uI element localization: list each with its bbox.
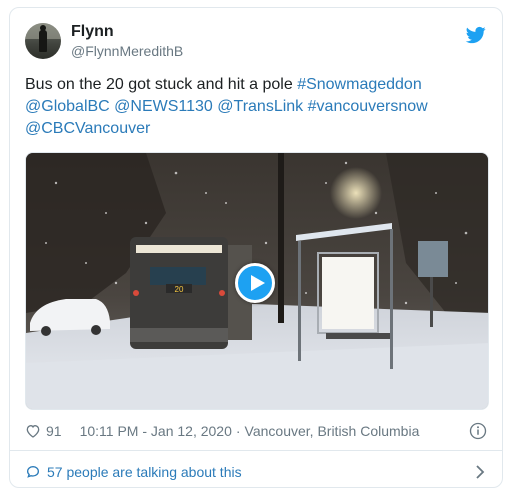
conversation-link[interactable]: 57 people are talking about this	[25, 461, 487, 483]
video-thumbnail[interactable]: 20	[25, 152, 489, 410]
speech-bubble-icon	[26, 465, 40, 478]
tweet-meta: 91 10:11 PM - Jan 12, 2020 · Vancouver, …	[25, 420, 487, 442]
play-icon[interactable]	[235, 263, 275, 303]
tweet-link[interactable]: #Snowmageddon	[297, 76, 422, 93]
info-icon[interactable]	[469, 422, 487, 440]
heart-icon[interactable]	[25, 423, 41, 439]
tweet-link[interactable]: @NEWS1130	[114, 98, 213, 115]
tweet-text-segment: Bus on the 20 got stuck and hit a pole	[25, 76, 298, 93]
location[interactable]: Vancouver, British Columbia	[245, 423, 420, 439]
twitter-bird-icon[interactable]	[465, 25, 487, 45]
bus-route-sign: 20	[175, 285, 184, 294]
timestamp[interactable]: 10:11 PM - Jan 12, 2020	[80, 423, 232, 439]
tweet-link[interactable]: @GlobalBC	[25, 98, 110, 115]
meta-separator: ·	[235, 423, 241, 439]
tweet-link[interactable]: @CBCVancouver	[25, 120, 150, 137]
tweet-link[interactable]: #vancouversnow	[308, 98, 428, 115]
author-handle[interactable]: @FlynnMeredithB	[71, 43, 183, 59]
tweet-link[interactable]: @TransLink	[217, 98, 303, 115]
tweet-header: Flynn @FlynnMeredithB	[25, 23, 487, 63]
conversation-label: 57 people are talking about this	[47, 464, 242, 480]
divider	[10, 450, 502, 451]
tweet-text: Bus on the 20 got stuck and hit a pole #…	[25, 74, 487, 140]
chevron-right-icon[interactable]	[475, 465, 485, 479]
avatar[interactable]	[25, 23, 61, 59]
tweet-card: Flynn @FlynnMeredithB Bus on the 20 got …	[9, 7, 503, 488]
like-count[interactable]: 91	[46, 423, 62, 439]
author-name[interactable]: Flynn	[71, 23, 114, 41]
